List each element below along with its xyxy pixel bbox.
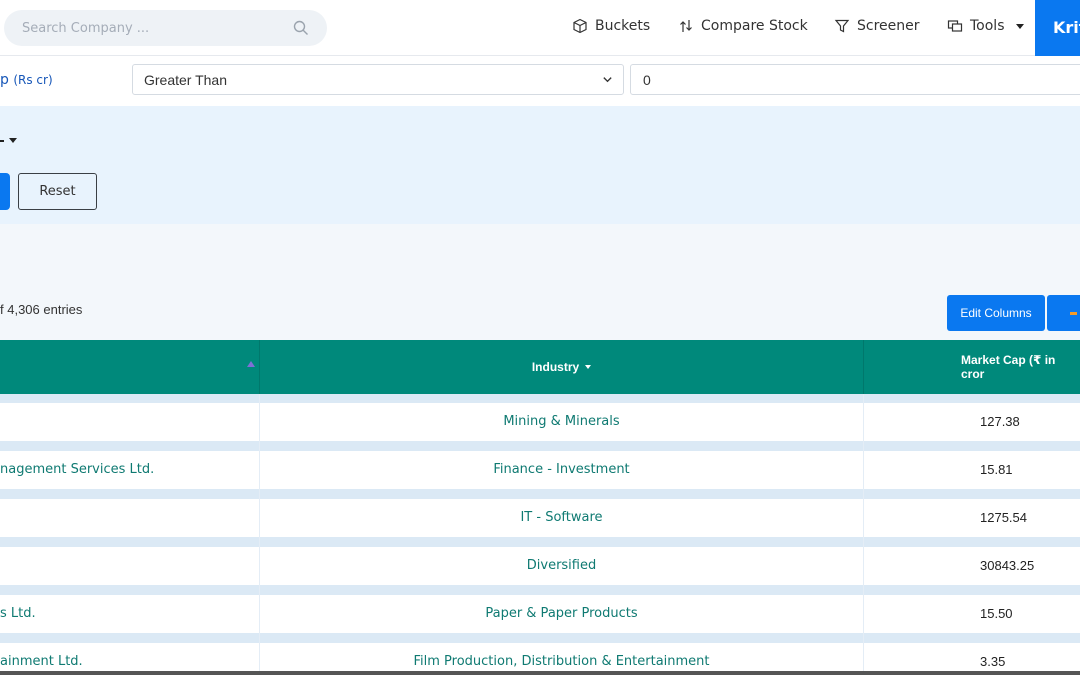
filter-value-input[interactable]: 0 <box>630 64 1080 95</box>
filter-icon <box>834 19 850 33</box>
industry-cell[interactable]: Finance - Investment <box>260 451 863 489</box>
table-row[interactable]: nagement Services Ltd. Finance - Investm… <box>0 451 1080 489</box>
tools-icon <box>947 20 963 32</box>
results-toolbar <box>0 224 1080 340</box>
table-body: Mining & Minerals 127.38 nagement Servic… <box>0 394 1080 675</box>
company-name[interactable]: s Ltd. <box>0 595 259 633</box>
filter-row: p (Rs cr) Greater Than 0 <box>0 56 1080 106</box>
download-icon <box>1070 312 1077 315</box>
market-cap-cell: 15.81 <box>980 462 1013 477</box>
arrows-updown-icon <box>680 20 692 32</box>
nav-screener[interactable]: Screener <box>834 18 920 34</box>
filter-label: p (Rs cr) <box>0 72 53 88</box>
nav-compare-label: Compare Stock <box>701 18 808 34</box>
reset-button[interactable]: Reset <box>18 173 97 210</box>
entries-count: f 4,306 entries <box>0 302 83 317</box>
operator-select-value: Greater Than <box>144 72 228 88</box>
screener-page: Buckets Compare Stock Screener Tools Kri… <box>0 0 1080 675</box>
sort-asc-icon[interactable] <box>247 361 255 367</box>
industry-cell[interactable]: Diversified <box>260 547 863 585</box>
download-button[interactable] <box>1047 295 1080 331</box>
filter-panel: Reset <box>0 106 1080 224</box>
nav-tools[interactable]: Tools <box>947 18 1024 34</box>
col-industry[interactable]: Industry <box>259 340 863 394</box>
nav-buckets[interactable]: Buckets <box>572 18 650 34</box>
apply-button[interactable] <box>0 173 10 210</box>
panel-toggle-mark <box>0 140 4 142</box>
company-search[interactable] <box>4 10 327 46</box>
nav-buckets-label: Buckets <box>595 18 651 34</box>
column-divider <box>259 394 260 675</box>
caret-down-icon <box>9 138 17 143</box>
col-market-cap-label: Market Cap (₹ in cror <box>961 353 1056 381</box>
search-icon[interactable] <box>293 20 309 36</box>
filter-label-text: p <box>0 72 9 88</box>
top-navbar: Buckets Compare Stock Screener Tools Kri… <box>0 0 1080 56</box>
industry-cell[interactable]: Mining & Minerals <box>260 403 863 441</box>
nav-tools-label: Tools <box>970 18 1005 34</box>
search-input[interactable] <box>4 10 327 46</box>
chevron-down-icon <box>603 77 612 83</box>
market-cap-cell: 15.50 <box>980 606 1013 621</box>
edit-columns-button[interactable]: Edit Columns <box>947 295 1045 331</box>
industry-cell[interactable]: IT - Software <box>260 499 863 537</box>
company-name[interactable] <box>0 547 259 585</box>
company-name[interactable]: nagement Services Ltd. <box>0 451 259 489</box>
table-row[interactable]: s Ltd. Paper & Paper Products 15.50 <box>0 595 1080 633</box>
table-row[interactable]: Diversified 30843.25 <box>0 547 1080 585</box>
company-name[interactable] <box>0 499 259 537</box>
market-cap-cell: 127.38 <box>980 414 1020 429</box>
operator-select[interactable]: Greater Than <box>132 64 624 95</box>
box-icon <box>573 18 587 34</box>
caret-down-icon <box>585 365 592 369</box>
user-account-button[interactable]: Krit <box>1035 0 1080 56</box>
market-cap-cell: 30843.25 <box>980 558 1035 573</box>
industry-cell[interactable]: Paper & Paper Products <box>260 595 863 633</box>
col-market-cap[interactable]: Market Cap (₹ in cror <box>863 340 1080 394</box>
market-cap-cell: 1275.54 <box>980 510 1027 525</box>
nav-screener-label: Screener <box>857 18 920 34</box>
chevron-down-icon <box>1015 23 1024 29</box>
nav-compare-stock[interactable]: Compare Stock <box>678 18 808 34</box>
col-company[interactable] <box>0 340 259 394</box>
table-row[interactable]: IT - Software 1275.54 <box>0 499 1080 537</box>
table-row[interactable]: Mining & Minerals 127.38 <box>0 403 1080 441</box>
company-name[interactable] <box>0 403 259 441</box>
column-divider <box>863 394 864 675</box>
col-industry-label: Industry <box>531 360 580 374</box>
filter-unit: (Rs cr) <box>13 73 53 87</box>
table-header: Industry Market Cap (₹ in cror <box>0 340 1080 394</box>
bottom-edge <box>0 671 1080 675</box>
